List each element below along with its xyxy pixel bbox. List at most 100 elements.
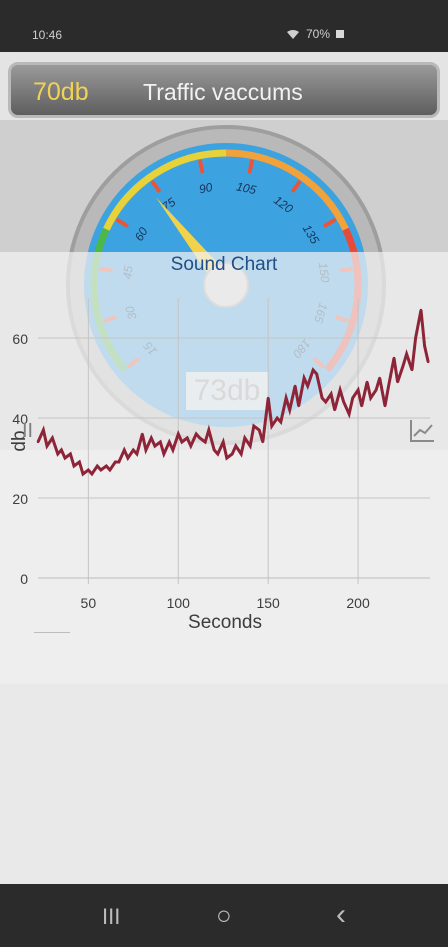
data-point [204,440,207,444]
data-point [90,472,94,476]
data-point [42,428,45,432]
data-point [369,396,372,400]
data-point [270,424,273,428]
data-point [132,448,135,452]
data-point [213,448,216,452]
x-axis-ticks: 50 100 150 200 [81,595,370,611]
x-tick-label: 100 [167,595,191,611]
pause-button[interactable]: II [22,420,33,443]
data-point [234,444,237,448]
data-point [288,408,291,412]
data-point [351,396,354,400]
data-point [306,384,309,388]
data-point [414,336,417,340]
data-point [153,444,157,448]
data-point [333,408,336,412]
empty-area [0,684,448,884]
data-point [36,440,40,444]
recents-button[interactable]: III [102,904,120,930]
data-point [87,468,90,472]
home-button[interactable]: ○ [216,900,232,931]
data-point [410,368,414,372]
data-point [261,440,264,444]
data-point [225,456,229,460]
data-point [248,444,252,448]
data-point [159,440,162,444]
x-axis-label: Seconds [188,612,262,633]
data-point [311,368,315,372]
data-point [365,380,369,384]
data-point [222,440,225,444]
data-point [144,448,148,452]
data-point [126,456,130,460]
y-tick-label: 60 [12,331,28,347]
data-point [96,464,99,468]
data-point [360,404,363,408]
data-point [243,436,246,440]
x-tick-label: 200 [346,595,370,611]
data-point [69,452,72,456]
data-point [108,468,112,472]
x-tick-label: 150 [256,595,280,611]
data-point [168,440,171,444]
data-point [396,380,399,384]
chart-divider [34,632,70,633]
data-point [252,424,255,428]
data-point [279,420,282,424]
data-point [186,436,189,440]
data-point [257,428,261,432]
data-point [401,364,405,368]
data-point [275,416,279,420]
data-point [114,460,117,464]
data-point [419,308,423,312]
navigation-bar: III ○ ‹ [0,884,448,947]
data-point [356,388,360,392]
data-point [180,440,184,444]
data-point [405,352,408,356]
data-point [171,448,175,452]
y-tick-label: 20 [12,491,28,507]
data-point [117,460,121,464]
data-point [72,464,76,468]
data-point [293,384,297,388]
data-point [105,464,108,468]
data-point [387,384,390,388]
data-point [266,396,270,400]
data-point [329,392,333,396]
data-point [378,376,381,380]
data-point [302,376,306,380]
data-point [99,468,103,472]
data-point [231,452,234,456]
y-tick-label: 0 [20,571,28,587]
data-point [189,444,193,448]
data-point [177,432,180,436]
data-point [135,452,139,456]
data-point [392,356,396,360]
data-point [383,404,387,408]
sound-series-line [36,309,430,477]
data-point [195,432,198,436]
data-point [198,436,202,440]
data-point [207,428,211,432]
x-tick-label: 50 [81,595,97,611]
data-point [216,452,220,456]
data-point [320,396,324,400]
data-point [342,400,345,404]
chart-icon[interactable] [408,418,436,444]
data-point [45,444,49,448]
data-point [284,396,288,400]
data-point [81,472,85,476]
back-button[interactable]: ‹ [336,898,346,932]
data-point [123,448,126,452]
data-point [56,452,59,456]
data-point [324,400,327,404]
data-point [60,448,63,452]
data-point [315,372,318,376]
chart-grid [38,298,430,584]
data-point [51,436,54,440]
data-point [297,404,300,408]
data-point [374,388,378,392]
data-point [347,412,351,416]
data-point [141,432,144,436]
data-point [78,460,81,464]
